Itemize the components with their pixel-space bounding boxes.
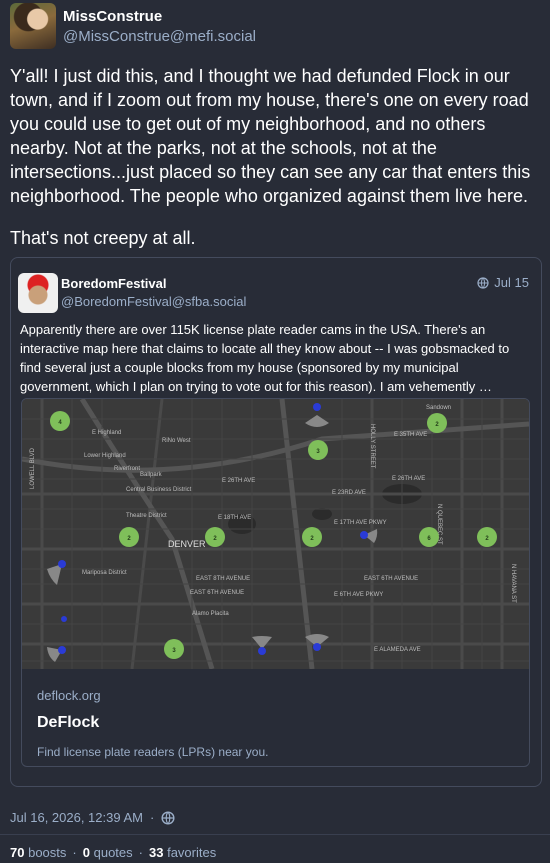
map-label: Alamo Placita: [192, 611, 229, 617]
map-label: DENVER: [168, 539, 206, 549]
author-display-name[interactable]: MissConstrue: [63, 8, 162, 25]
map-label: HOLLY STREET: [369, 424, 375, 469]
author-handle[interactable]: @MissConstrue@mefi.social: [63, 28, 256, 45]
map-label: Central Business District: [126, 487, 192, 493]
quotes-stat[interactable]: 0 quotes: [83, 845, 133, 860]
card-description[interactable]: Find license plate readers (LPRs) near y…: [37, 745, 268, 759]
map-image: LOWELL BLVD E Highland RiNo West Lower H…: [22, 399, 529, 669]
map-label: Sandown: [426, 405, 451, 411]
boosts-stat[interactable]: 70 boosts: [10, 845, 66, 860]
quote-avatar[interactable]: [18, 273, 58, 313]
map-label: Theatre District: [126, 513, 167, 519]
map-label: Riverfront: [114, 466, 140, 472]
favorites-label: favorites: [167, 845, 217, 860]
camera-icon[interactable]: [258, 647, 266, 655]
map-label: E Highland: [92, 430, 121, 436]
map-label: E ALAMEDA AVE: [374, 647, 421, 653]
map-label: EAST 6TH AVENUE: [364, 576, 418, 582]
quotes-count: 0: [82, 845, 90, 860]
globe-icon: [161, 810, 175, 825]
separator: ·: [149, 810, 155, 825]
map-label: Ballpark: [140, 472, 163, 478]
map-label: RiNo West: [162, 438, 191, 444]
quote-text: Apparently there are over 115K license p…: [20, 322, 510, 394]
link-preview-card[interactable]: LOWELL BLVD E Highland RiNo West Lower H…: [21, 398, 530, 767]
camera-icon[interactable]: [58, 646, 66, 654]
quoted-post[interactable]: BoredomFestival @BoredomFestival@sfba.so…: [10, 257, 542, 787]
map-label: LOWELL BLVD: [30, 447, 36, 489]
map-label: E 26TH AVE: [392, 476, 425, 482]
post-timestamp[interactable]: Jul 16, 2026, 12:39 AM: [10, 810, 143, 825]
quote-date[interactable]: Jul 15: [477, 275, 529, 290]
camera-icon[interactable]: [58, 560, 66, 568]
map-label: E 6TH AVE PKWY: [334, 592, 383, 598]
camera-icon[interactable]: [61, 616, 67, 622]
favorites-count: 33: [149, 845, 164, 860]
boosts-label: boosts: [28, 845, 67, 860]
map-label: E 18TH AVE: [218, 515, 251, 521]
quotes-label: quotes: [93, 845, 133, 860]
camera-icon[interactable]: [360, 531, 368, 539]
map-label: E 23RD AVE: [332, 490, 366, 496]
boosts-count: 70: [10, 845, 25, 860]
post-body: Y'all! I just did this, and I thought we…: [10, 64, 542, 268]
post-stats: 70 boosts · 0 quotes · 33 favorites: [10, 845, 216, 860]
map-label: E 17TH AVE PKWY: [334, 520, 387, 526]
card-title[interactable]: DeFlock: [37, 714, 99, 732]
separator: ·: [72, 845, 77, 860]
map-label: Mariposa District: [82, 570, 127, 576]
map-label: EAST 8TH AVENUE: [196, 576, 250, 582]
post-paragraph: That's not creepy at all.: [10, 228, 196, 248]
quote-display-name[interactable]: BoredomFestival: [61, 276, 166, 291]
globe-icon: [477, 276, 489, 289]
camera-icon[interactable]: [313, 403, 321, 411]
post-paragraph: Y'all! I just did this, and I thought we…: [10, 66, 531, 206]
camera-icon[interactable]: [313, 643, 321, 651]
map-label: N HAVANA ST: [510, 564, 516, 603]
quote-handle[interactable]: @BoredomFestival@sfba.social: [61, 294, 246, 309]
post-header: MissConstrue @MissConstrue@mefi.social: [10, 3, 540, 49]
divider: [0, 834, 550, 835]
post-meta: Jul 16, 2026, 12:39 AM ·: [10, 810, 175, 825]
map-label: E 26TH AVE: [222, 478, 255, 484]
card-domain[interactable]: deflock.org: [37, 688, 101, 703]
favorites-stat[interactable]: 33 favorites: [149, 845, 216, 860]
quote-date-text: Jul 15: [494, 275, 529, 290]
map-label: E 35TH AVE: [394, 432, 427, 438]
avatar[interactable]: [10, 3, 56, 49]
map-label: Lower Highland: [84, 453, 126, 459]
map-label: EAST 6TH AVENUE: [190, 590, 244, 596]
separator: ·: [138, 845, 143, 860]
